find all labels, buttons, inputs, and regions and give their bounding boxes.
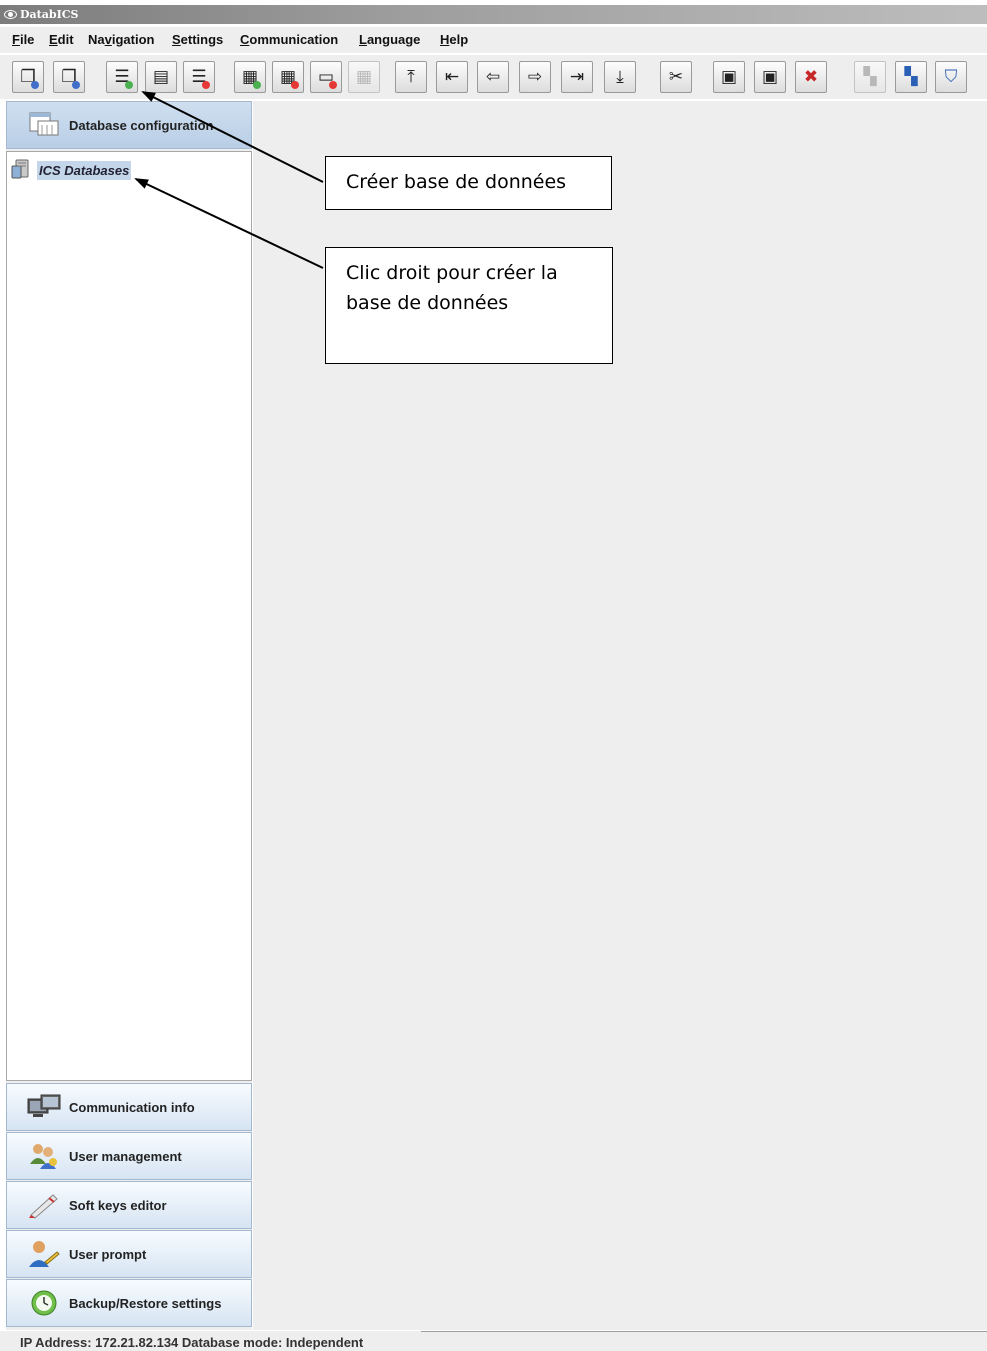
arrow-to-ics-databases bbox=[134, 178, 324, 269]
arrow-to-create-database-button bbox=[141, 91, 324, 183]
annotation-arrows bbox=[134, 91, 324, 269]
